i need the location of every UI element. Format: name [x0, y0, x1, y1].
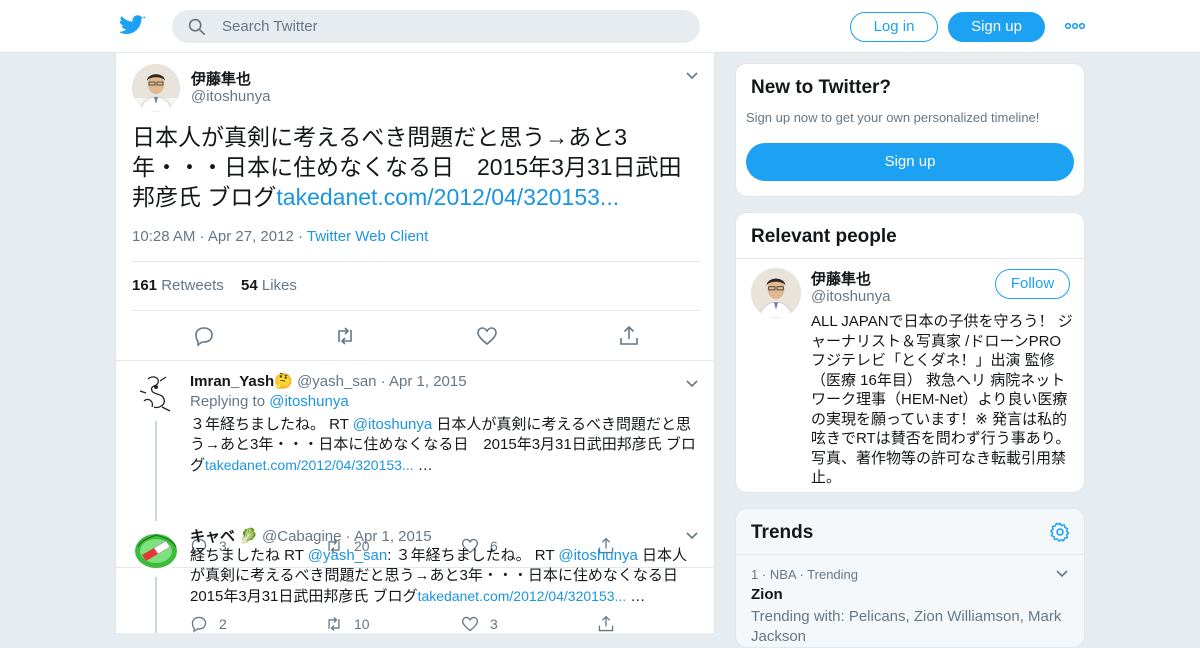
tweet-actions — [132, 321, 700, 351]
new-to-twitter-title: New to Twitter? — [751, 77, 892, 98]
reply-icon[interactable] — [190, 615, 208, 633]
tweet-time[interactable]: 10:28 AM — [132, 228, 195, 245]
likes-label: Likes — [261, 277, 297, 294]
like-icon[interactable] — [461, 615, 479, 633]
chevron-down-icon[interactable] — [685, 379, 699, 389]
reply-ellipsis: … — [626, 588, 646, 605]
trend-name[interactable]: Zion — [751, 586, 783, 603]
trends-divider — [736, 554, 1084, 555]
replying-to: Replying to @itoshunya — [190, 393, 349, 410]
tweet-column: 伊藤隼也 @itoshunya 日本人が真剣に考えるべき問題だと思う→あと3年・… — [115, 53, 715, 633]
reply-avatar[interactable] — [132, 371, 180, 419]
chevron-down-icon[interactable] — [685, 531, 699, 541]
person-handle[interactable]: @itoshunya — [811, 288, 890, 305]
reply-author-name[interactable]: Imran_Yash🤔 — [190, 373, 293, 390]
follow-button[interactable]: Follow — [995, 269, 1070, 299]
share-icon[interactable] — [618, 325, 640, 347]
likes-count: 54 — [241, 277, 258, 294]
reply-text: ３年経ちましたね。 RT @itoshunya 日本人が真剣に考えるべき問題だと… — [190, 415, 700, 476]
tweet-date[interactable]: Apr 27, 2012 — [208, 228, 294, 245]
likes-stat[interactable]: 54 Likes — [241, 277, 297, 294]
search-box[interactable] — [172, 10, 700, 43]
reply-link[interactable]: takedanet.com/2012/04/320153... — [205, 457, 414, 473]
reply-icon[interactable] — [193, 325, 215, 347]
reply-date[interactable]: Apr 1, 2015 — [389, 373, 467, 390]
relevant-divider — [736, 258, 1084, 259]
reply-text-b: : ３年経ちましたね。 RT — [387, 547, 559, 564]
trend-related: Trending with: Pelicans, Zion Williamson… — [751, 608, 1062, 645]
author-handle[interactable]: @itoshunya — [191, 88, 270, 105]
person-name[interactable]: 伊藤隼也 — [811, 268, 871, 289]
more-dots-icon — [1064, 22, 1086, 30]
reply-link[interactable]: takedanet.com/2012/04/320153... — [418, 588, 627, 604]
tweet-source[interactable]: Twitter Web Client — [307, 228, 428, 245]
settings-gear-icon[interactable] — [1049, 521, 1071, 543]
reply-text-a: 経ちましたね RT — [190, 547, 308, 564]
reply-item[interactable]: Imran_Yash🤔 @yash_san · Apr 1, 2015 Repl… — [116, 361, 714, 521]
reply-mention-a[interactable]: @yash_san — [308, 547, 387, 564]
search-icon — [188, 18, 206, 36]
new-to-twitter-subtitle: Sign up now to get your own personalized… — [746, 110, 1040, 125]
reply-header: Imran_Yash🤔 @yash_san · Apr 1, 2015 — [190, 373, 467, 390]
replying-label: Replying to — [190, 393, 266, 410]
search-input[interactable] — [222, 10, 682, 43]
reply-avatar[interactable] — [132, 525, 180, 573]
retweets-label: Retweets — [161, 277, 224, 294]
login-button[interactable]: Log in — [850, 12, 938, 42]
author-avatar[interactable] — [132, 64, 180, 112]
new-to-twitter-card: New to Twitter? Sign up now to get your … — [735, 63, 1085, 197]
like-icon[interactable] — [476, 325, 498, 347]
thread-line — [155, 421, 157, 521]
retweets-count: 161 — [132, 277, 158, 294]
reply-author-handle[interactable]: @Cabagine — [262, 528, 341, 545]
reply-actions: 2 10 3 — [190, 615, 630, 633]
person-photo — [751, 268, 801, 318]
retweet-icon[interactable] — [334, 325, 356, 347]
twitter-logo-icon[interactable] — [120, 14, 146, 38]
chevron-down-icon[interactable] — [685, 71, 699, 81]
replying-to-handle[interactable]: @itoshunya — [269, 393, 348, 410]
sidebar-signup-button[interactable]: Sign up — [746, 143, 1074, 181]
trend-meta: 1 · NBA · Trending — [751, 567, 858, 582]
reply-ellipsis: … — [413, 457, 433, 474]
reply-author-handle[interactable]: @yash_san — [297, 373, 376, 390]
chevron-down-icon[interactable] — [1055, 569, 1069, 579]
author-photo — [132, 64, 180, 112]
reply-header: キャベ 🥬 @Cabagine · Apr 1, 2015 — [190, 528, 432, 545]
reply-avatar-sketch — [132, 371, 180, 419]
reply-mention-b[interactable]: @itoshunya — [558, 547, 637, 564]
share-icon[interactable] — [597, 615, 615, 633]
tweet-text: 日本人が真剣に考えるべき問題だと思う→あと3年・・・日本に住めなくなる日 201… — [132, 122, 702, 212]
reply-avatar-cabbage — [132, 525, 180, 573]
relevant-people-title: Relevant people — [751, 226, 897, 247]
thread-line — [155, 577, 157, 633]
reply-text: 経ちましたね RT @yash_san: ３年経ちましたね。 RT @itosh… — [190, 546, 700, 607]
reply-author-name[interactable]: キャベ 🥬 — [190, 528, 258, 545]
more-icon[interactable] — [1064, 18, 1086, 34]
tweet-meta: 10:28 AM · Apr 27, 2012 · Twitter Web Cl… — [132, 228, 429, 245]
author-name[interactable]: 伊藤隼也 — [191, 68, 251, 89]
trend-status: Trending — [807, 567, 858, 582]
reply-mention[interactable]: @itoshunya — [353, 416, 432, 433]
relevant-people-card: Relevant people 伊藤隼也 @itoshunya Follow A… — [735, 212, 1085, 493]
person-avatar[interactable] — [751, 268, 801, 318]
trend-rank: 1 — [751, 567, 759, 582]
trends-card: Trends 1 · NBA · Trending Zion Trending … — [735, 508, 1085, 648]
person-bio: ALL JAPANで日本の子供を守ろう！ ジャーナリスト＆写真家 /ドローンPR… — [811, 313, 1073, 486]
top-bar: Log in Sign up — [0, 0, 1200, 53]
retweet-icon[interactable] — [325, 615, 343, 633]
reply-text-prefix: ３年経ちましたね。 RT — [190, 416, 353, 433]
tweet-stats: 161 Retweets 54 Likes — [132, 261, 700, 311]
trends-title: Trends — [751, 522, 814, 543]
signup-button[interactable]: Sign up — [948, 12, 1045, 42]
trend-category: NBA — [769, 567, 796, 582]
reply-date[interactable]: Apr 1, 2015 — [354, 528, 432, 545]
tweet-link[interactable]: takedanet.com/2012/04/320153... — [276, 184, 619, 210]
retweets-stat[interactable]: 161 Retweets — [132, 277, 224, 294]
